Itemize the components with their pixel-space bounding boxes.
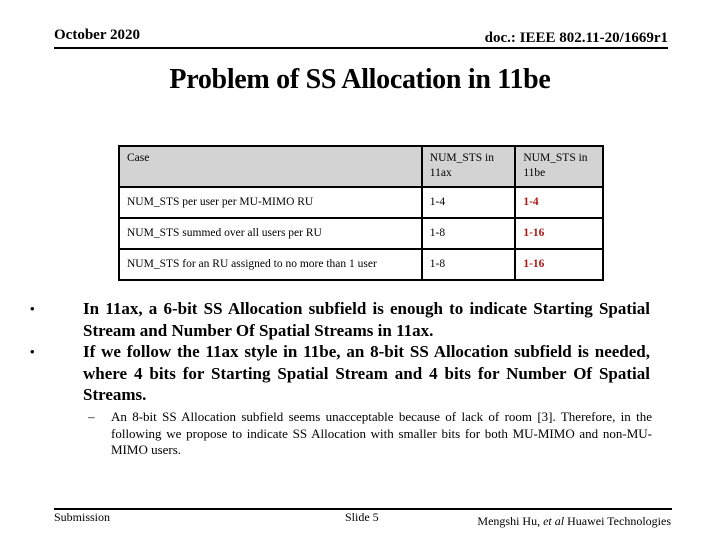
bullet-icon: •: [30, 301, 35, 316]
bullet-list: • In 11ax, a 6-bit SS Allocation subfiel…: [28, 298, 650, 406]
sub-bullet-text: An 8-bit SS Allocation subfield seems un…: [111, 409, 652, 457]
header-divider: [54, 47, 668, 49]
table-cell-case: NUM_STS for an RU assigned to no more th…: [118, 248, 423, 281]
table-cell-11ax: 1-8: [420, 248, 517, 281]
dash-icon: –: [88, 409, 95, 424]
table-cell-11ax: 1-8: [420, 217, 517, 250]
table-header-cell: Case: [118, 145, 423, 188]
footer-author: Mengshi Hu, et al Huawei Technologies: [477, 514, 671, 529]
table-row: NUM_STS per user per MU-MIMO RU 1-4 1-4: [118, 186, 604, 219]
sub-bullet-item: – An 8-bit SS Allocation subfield seems …: [88, 409, 652, 459]
bullet-item: • If we follow the 11ax style in 11be, a…: [28, 341, 650, 406]
footer-slide-number: Slide 5: [345, 510, 379, 524]
table-header-cell: NUM_STS in 11be: [514, 145, 604, 188]
footer-org: Huawei Technologies: [564, 514, 671, 528]
bullet-text: If we follow the 11ax style in 11be, an …: [83, 342, 650, 404]
table-cell-11be: 1-16: [514, 248, 604, 281]
table-cell-case: NUM_STS per user per MU-MIMO RU: [118, 186, 423, 219]
table-cell-11ax: 1-4: [420, 186, 517, 219]
table-header-row: Case NUM_STS in 11ax NUM_STS in 11be: [118, 145, 604, 188]
header-doc-id: doc.: IEEE 802.11-20/1669r1: [484, 30, 668, 46]
table-cell-case: NUM_STS summed over all users per RU: [118, 217, 423, 250]
bullet-text: In 11ax, a 6-bit SS Allocation subfield …: [83, 299, 650, 340]
bullet-item: • In 11ax, a 6-bit SS Allocation subfiel…: [28, 298, 650, 341]
footer-submission: Submission: [54, 510, 111, 524]
slide-title: Problem of SS Allocation in 11be: [169, 64, 551, 95]
table-row: NUM_STS for an RU assigned to no more th…: [118, 248, 604, 281]
table-header-cell: NUM_STS in 11ax: [420, 145, 517, 188]
num-sts-table: Case NUM_STS in 11ax NUM_STS in 11be NUM…: [118, 145, 604, 281]
sub-bullet-list: – An 8-bit SS Allocation subfield seems …: [88, 409, 652, 459]
footer-author-name: Mengshi Hu,: [477, 514, 544, 528]
table-cell-11be: 1-16: [514, 217, 604, 250]
header-date: October 2020: [54, 27, 140, 43]
table-row: NUM_STS summed over all users per RU 1-8…: [118, 217, 604, 250]
bullet-icon: •: [30, 344, 35, 359]
footer-etal: et al: [543, 514, 565, 528]
table-cell-11be: 1-4: [514, 186, 604, 219]
